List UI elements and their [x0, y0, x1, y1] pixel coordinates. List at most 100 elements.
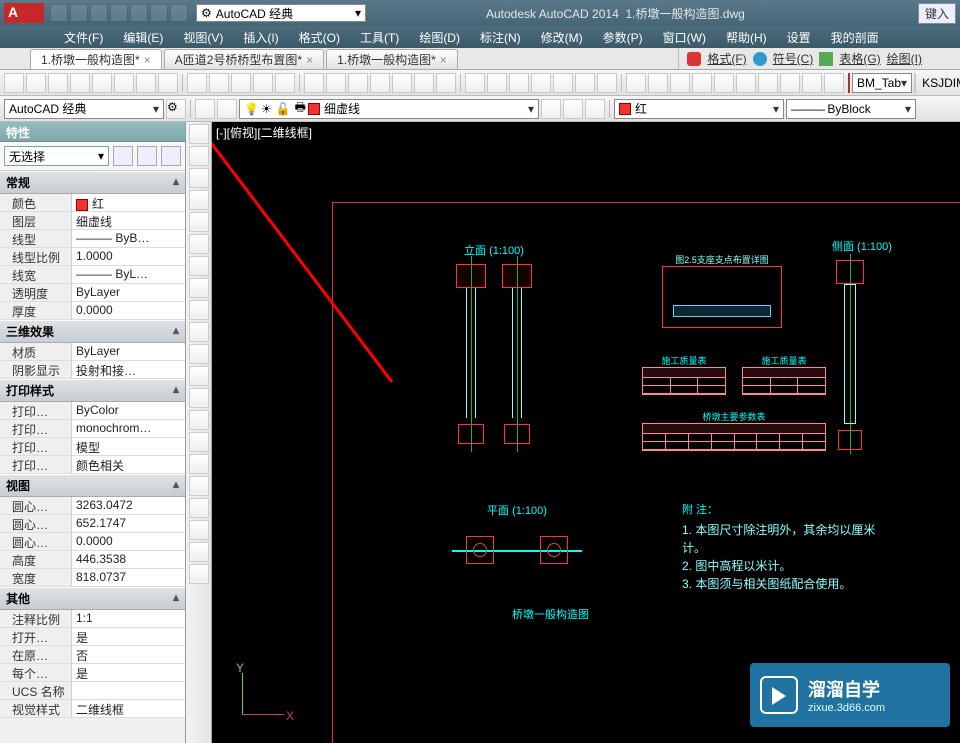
prop-category[interactable]: 常规▴ [0, 171, 185, 194]
menu-视图(V)[interactable]: 视图(V) [173, 29, 233, 47]
add-selected-icon[interactable] [189, 542, 209, 562]
ellipse-arc-icon[interactable] [189, 344, 209, 364]
arc-icon[interactable] [597, 73, 617, 93]
prop-value[interactable]: ByColor [72, 402, 185, 419]
mtext-icon[interactable] [189, 520, 209, 540]
pan-icon[interactable] [304, 73, 324, 93]
make-block-icon[interactable] [189, 388, 209, 408]
menu-我的剖面[interactable]: 我的剖面 [821, 29, 889, 47]
workspace-combo[interactable]: ⚙ AutoCAD 经典 ▾ [196, 4, 366, 22]
new-icon[interactable] [4, 73, 24, 93]
dimstyle-combo[interactable]: BM_Tab ▾ [852, 73, 912, 93]
prop-value[interactable]: 模型 [72, 438, 185, 455]
zoom-prev-icon[interactable] [370, 73, 390, 93]
app-menu-dropdown[interactable] [4, 28, 44, 46]
polyline-icon[interactable] [189, 168, 209, 188]
doc-tab[interactable]: 1.桥墩一般构造图*× [326, 49, 458, 69]
circle-icon[interactable] [189, 256, 209, 276]
dim-radius-icon[interactable] [780, 73, 800, 93]
prop-value[interactable]: 0.0000 [72, 533, 185, 550]
qat-new-icon[interactable] [50, 4, 68, 22]
point-icon[interactable] [189, 410, 209, 430]
doc-tab[interactable]: 1.桥墩一般构造图*× [30, 49, 162, 69]
qat-undo-icon[interactable] [150, 4, 168, 22]
tool-palette-icon[interactable] [436, 73, 456, 93]
nav-link-format[interactable]: 格式(F) [707, 50, 746, 67]
menu-窗口(W)[interactable]: 窗口(W) [653, 29, 716, 47]
prop-value[interactable]: 652.1747 [72, 515, 185, 532]
menu-帮助(H)[interactable]: 帮助(H) [716, 29, 777, 47]
text-A-icon[interactable] [189, 564, 209, 584]
revision-cloud-icon[interactable] [189, 278, 209, 298]
prop-row[interactable]: 图层细虚线 [0, 212, 185, 230]
prop-row[interactable]: 材质ByLayer [0, 343, 185, 361]
prop-value[interactable] [72, 682, 185, 699]
lineweight-combo[interactable]: ——— ByBlock ▾ [786, 99, 916, 119]
prop-row[interactable]: 打印…颜色相关 [0, 456, 185, 474]
print-icon[interactable] [92, 73, 112, 93]
rect-icon[interactable] [626, 73, 646, 93]
prop-row[interactable]: 打印…monochrom… [0, 420, 185, 438]
prop-value[interactable]: 818.0737 [72, 569, 185, 586]
prop-value[interactable]: 否 [72, 646, 185, 663]
prop-row[interactable]: 圆心…652.1747 [0, 515, 185, 533]
prop-row[interactable]: 圆心…0.0000 [0, 533, 185, 551]
prop-row[interactable]: 颜色红 [0, 194, 185, 212]
construction-line-icon[interactable] [189, 146, 209, 166]
qat-redo-icon[interactable] [170, 4, 188, 22]
gradient-icon[interactable] [189, 454, 209, 474]
line-icon[interactable] [531, 73, 551, 93]
dim-tool-icon[interactable] [914, 73, 916, 93]
qat-saveas-icon[interactable] [110, 4, 128, 22]
dim-aligned-icon[interactable] [736, 73, 756, 93]
viewport-label[interactable]: [-][俯视][二维线框] [216, 124, 312, 141]
prop-value[interactable]: ——— ByL… [72, 266, 185, 283]
nav-link-draw[interactable]: 绘图(I) [887, 50, 922, 67]
prop-value[interactable]: ——— ByB… [72, 230, 185, 247]
prop-value[interactable]: ByLayer [72, 284, 185, 301]
collapse-icon[interactable]: ▴ [173, 323, 179, 340]
close-icon[interactable]: × [144, 53, 151, 67]
mtext-icon[interactable] [692, 73, 712, 93]
spline-icon[interactable] [189, 300, 209, 320]
prop-row[interactable]: UCS 名称 [0, 682, 185, 700]
prop-row[interactable]: 阴影显示投射和接… [0, 361, 185, 379]
polygon-icon[interactable] [189, 190, 209, 210]
zoom-icon[interactable] [326, 73, 346, 93]
table-icon[interactable] [670, 73, 690, 93]
prop-row[interactable]: 打印…ByColor [0, 402, 185, 420]
preview-icon[interactable] [114, 73, 134, 93]
prop-value[interactable]: 0.0000 [72, 302, 185, 319]
qat-save-icon[interactable] [90, 4, 108, 22]
line-icon[interactable] [189, 124, 209, 144]
menu-参数(P)[interactable]: 参数(P) [593, 29, 653, 47]
prop-row[interactable]: 在原…否 [0, 646, 185, 664]
close-icon[interactable]: × [306, 53, 313, 67]
prop-row[interactable]: 线宽——— ByL… [0, 266, 185, 284]
prop-category[interactable]: 其他▴ [0, 587, 185, 610]
prop-value[interactable]: 红 [72, 194, 185, 211]
prop-category[interactable]: 打印样式▴ [0, 379, 185, 402]
prop-value[interactable]: monochrom… [72, 420, 185, 437]
menu-修改(M)[interactable]: 修改(M) [531, 29, 593, 47]
layer-states-icon[interactable] [217, 99, 237, 119]
ws-settings-icon[interactable]: ⚙ [166, 99, 186, 119]
prop-value[interactable]: ByLayer [72, 343, 185, 360]
prop-row[interactable]: 厚度0.0000 [0, 302, 185, 320]
layer-match-icon[interactable] [585, 99, 605, 119]
insert-block-icon[interactable] [189, 366, 209, 386]
sheet-set-icon[interactable] [465, 73, 485, 93]
open-icon[interactable] [26, 73, 46, 93]
collapse-icon[interactable]: ▴ [173, 174, 179, 191]
prop-value[interactable]: 1.0000 [72, 248, 185, 265]
quick-select-icon[interactable] [113, 146, 133, 166]
undo-icon[interactable] [253, 73, 273, 93]
hatch-icon[interactable] [189, 432, 209, 452]
prop-value[interactable]: 是 [72, 664, 185, 681]
zoom-window-icon[interactable] [348, 73, 368, 93]
prop-value[interactable]: 3263.0472 [72, 497, 185, 514]
region-icon[interactable] [189, 476, 209, 496]
prop-row[interactable]: 打开…是 [0, 628, 185, 646]
publish-icon[interactable] [136, 73, 156, 93]
prop-row[interactable]: 圆心…3263.0472 [0, 497, 185, 515]
